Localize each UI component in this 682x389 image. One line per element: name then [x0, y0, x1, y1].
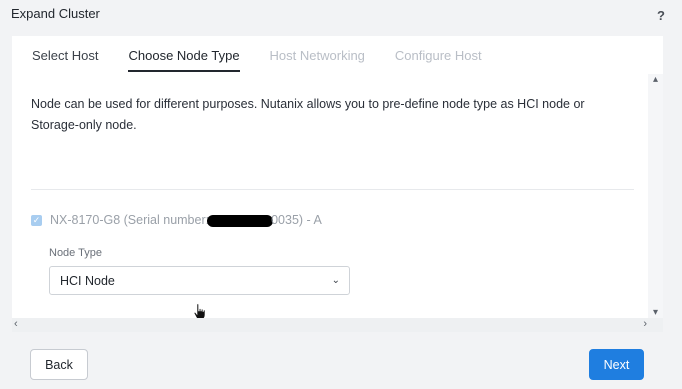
- wizard-panel: Select Host Choose Node Type Host Networ…: [12, 36, 663, 332]
- dialog-title: Expand Cluster: [11, 6, 100, 21]
- caret-left-icon[interactable]: ‹: [14, 318, 18, 330]
- check-icon: ✓: [32, 214, 41, 225]
- horizontal-scrollbar[interactable]: ‹ ›: [12, 318, 663, 332]
- node-label-prefix: NX-8170-G8 (Serial number:: [50, 213, 210, 227]
- back-button[interactable]: Back: [30, 349, 88, 380]
- vertical-scrollbar[interactable]: ▴ ▾: [648, 74, 663, 318]
- caret-down-icon[interactable]: ▾: [648, 307, 663, 318]
- node-checkbox[interactable]: ✓: [31, 214, 42, 226]
- tab-select-host[interactable]: Select Host: [32, 36, 98, 74]
- node-label-suffix: 0035) - A: [271, 213, 322, 227]
- node-row: ✓ NX-8170-G8 (Serial number: 0035) - A: [31, 212, 322, 228]
- redaction-mark: [207, 214, 274, 227]
- node-label: NX-8170-G8 (Serial number: 0035) - A: [50, 213, 322, 227]
- node-type-label: Node Type: [49, 247, 103, 259]
- tab-configure-host: Configure Host: [394, 48, 482, 63]
- tab-choose-node-type[interactable]: Choose Node Type: [128, 36, 240, 72]
- wizard-tabs: Select Host Choose Node Type Host Networ…: [12, 36, 663, 74]
- tab-host-networking: Host Networking: [269, 48, 365, 63]
- caret-up-icon[interactable]: ▴: [648, 74, 663, 85]
- description-text: Node can be used for different purposes.…: [31, 97, 585, 132]
- node-type-select[interactable]: HCI Node ⌄: [49, 266, 350, 295]
- chevron-down-icon: ⌄: [331, 275, 340, 286]
- caret-right-icon[interactable]: ›: [643, 318, 647, 330]
- next-button[interactable]: Next: [589, 349, 644, 380]
- node-type-value: HCI Node: [60, 273, 115, 288]
- hand-cursor-icon: [193, 303, 206, 318]
- divider: [31, 189, 634, 190]
- help-icon[interactable]: ?: [657, 8, 665, 23]
- content-area: Node can be used for different purposes.…: [12, 74, 648, 318]
